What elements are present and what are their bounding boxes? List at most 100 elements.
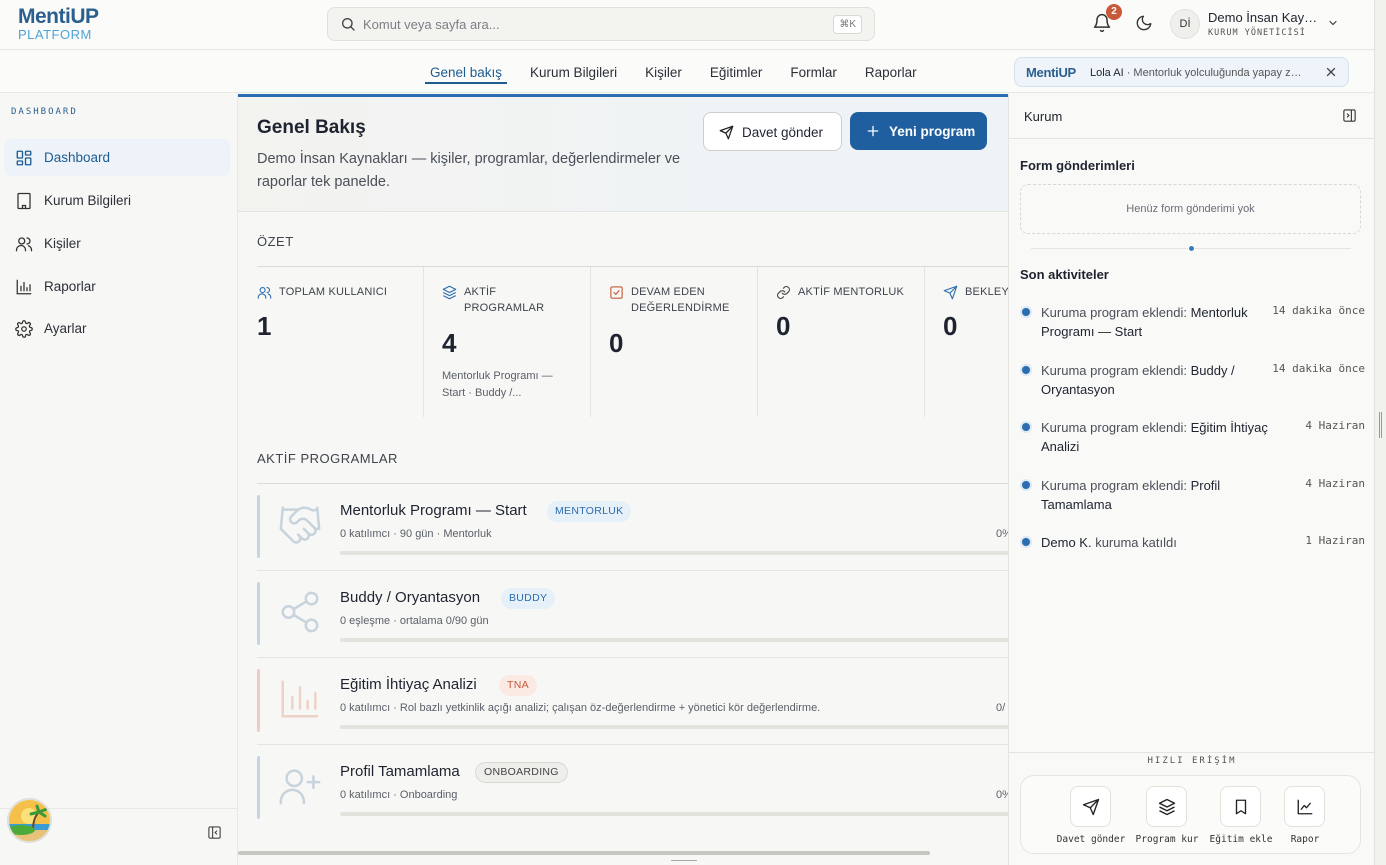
line-chart-icon [1297,799,1313,815]
activity-dot [1022,308,1030,316]
tab-formlar[interactable]: Formlar [790,65,837,84]
user-role: KURUM YÖNETİCİSİ [1208,28,1306,38]
quick-access-title: HIZLI ERİŞİM [1147,756,1237,766]
brand-name: MentiUP [18,5,99,28]
bar-chart-icon [281,680,319,718]
sidebar-item-dashboard[interactable]: Dashboard [4,139,230,176]
summary-title: ÖZET [257,234,294,249]
activity-prefix: Kuruma program eklendi: [1041,305,1191,320]
stat-value: 0 [776,311,791,341]
avatar[interactable]: Dİ [1170,9,1200,39]
sidebar-section-label: DASHBOARD [11,107,78,117]
new-program-button[interactable]: Yeni program [850,112,987,150]
main-content: Genel Bakış Demo İnsan Kaynakları — kişi… [238,94,1008,865]
sidebar-item-kurum-bilgileri[interactable]: Kurum Bilgileri [4,182,230,219]
program-tag: MENTORLUK [547,501,632,522]
activity-prefix: Kuruma program eklendi: [1041,363,1191,378]
brand-logo[interactable]: MentiUP PLATFORM [18,6,99,41]
program-name: Profil Tamamlama [340,763,460,780]
stat-subtext: Mentorluk Programı — Start · Buddy /... [442,370,553,399]
activity-prefix: Kuruma program eklendi: [1041,478,1191,493]
program-tag: BUDDY [501,588,556,609]
program-row-onboarding[interactable]: Profil Tamamlama ONBOARDING 0 katılımcı … [257,745,1008,832]
users-icon [257,286,272,299]
resize-handle-icon[interactable] [1379,412,1382,438]
layers-icon [1158,798,1176,816]
user-name[interactable]: Demo İnsan Kaynakları [1208,10,1320,25]
invite-button[interactable]: Davet gönder [703,112,842,151]
quick-label: Rapor [1290,834,1320,845]
program-percent: 0/ [996,702,1006,714]
sidebar-collapse-icon[interactable] [207,825,222,840]
program-tag: TNA [499,675,537,696]
vertical-scrollbar[interactable] [1374,0,1386,865]
program-progress-bar [340,812,1008,816]
sidebar-item-ayarlar[interactable]: Ayarlar [4,310,230,347]
search-input[interactable]: Komut veya sayfa ara... ⌘K [327,7,875,41]
divider [1009,752,1375,753]
right-panel-title: Kurum [1024,109,1063,124]
activity-text: Kuruma program eklendi: Mentorluk Progra… [1041,303,1281,341]
program-row-buddy[interactable]: Buddy / Oryantasyon BUDDY 0 eşleşme · or… [257,571,1008,658]
forms-empty-state: Henüz form gönderimi yok [1020,184,1361,234]
stat-value: 4 [442,328,457,358]
program-progress-bar [340,551,1008,555]
sidebar-item-label: Kişiler [44,236,81,251]
activity-dot [1022,366,1030,374]
program-name: Eğitim İhtiyaç Analizi [340,676,477,693]
horizontal-scrollbar[interactable] [238,851,930,855]
sidebar-item-label: Kurum Bilgileri [44,193,132,208]
page-title: Genel Bakış [257,117,366,138]
activity-text: Kuruma program eklendi: Profil Tamamlama [1041,476,1281,514]
stat-total-users: TOPLAM KULLANICI 1 [257,267,424,417]
program-row-mentorluk[interactable]: Mentorluk Programı — Start MENTORLUK 0 k… [257,484,1008,571]
search-shortcut: ⌘K [833,15,862,34]
program-description: 0 katılımcı · 90 gün · Mentorluk [340,528,492,540]
program-description: 0 katılımcı · Onboarding [340,789,458,801]
tab-raporlar[interactable]: Raporlar [865,65,917,84]
program-accent [257,495,260,558]
send-icon [943,285,958,300]
activity-text: Demo K. kuruma katıldı [1041,533,1281,552]
quick-icon-box [1070,786,1111,827]
program-row-tna[interactable]: Eğitim İhtiyaç Analizi TNA 0 katılımcı ·… [257,658,1008,745]
tab-bar: Genel bakış Kurum Bilgileri Kişiler Eğit… [425,65,917,84]
resize-grip-icon[interactable] [671,860,697,863]
quick-icon-box [1284,786,1325,827]
link-icon [777,286,790,299]
program-percent: 0% [996,528,1008,540]
building-icon [17,192,31,210]
beach-avatar-icon[interactable] [7,798,52,843]
tab-kisiler[interactable]: Kişiler [645,65,682,84]
lola-ai-banner[interactable]: MentiUP Lola AI · Mentorluk yolculuğunda… [1014,57,1349,87]
stat-label: BEKLEYEN [965,286,1008,298]
stat-label: TOPLAM KULLANICI [279,286,388,298]
chevron-down-icon[interactable] [1327,17,1339,29]
tab-genel-bakis[interactable]: Genel bakış [425,65,508,84]
plus-icon [867,125,879,137]
tab-egitimler[interactable]: Eğitimler [710,65,763,84]
bar-chart-icon [16,279,32,295]
layers-icon [442,285,457,300]
send-icon [1082,798,1100,816]
checkbox-icon [610,286,623,299]
close-icon[interactable] [1324,65,1338,79]
stat-active-programs: AKTİF PROGRAMLAR 4 Mentorluk Programı — … [424,267,591,417]
moon-icon[interactable] [1135,14,1153,32]
notification-badge: 2 [1106,4,1122,20]
program-name: Buddy / Oryantasyon [340,589,481,606]
tab-kurum-bilgileri[interactable]: Kurum Bilgileri [530,65,617,84]
sidebar-item-raporlar[interactable]: Raporlar [4,268,230,305]
quick-access: Davet gönder Program kur Eğitim ekle Rap… [1020,775,1361,854]
gear-icon [15,320,33,338]
sidebar-item-kisiler[interactable]: Kişiler [4,225,230,262]
activity-title: Son aktiviteler [1020,267,1109,282]
sidebar-item-label: Raporlar [44,279,96,294]
search-icon [342,18,355,31]
panel-toggle-icon[interactable] [1342,108,1357,123]
activity-text: Kuruma program eklendi: Buddy / Oryantas… [1041,361,1281,399]
active-programs-title: AKTİF PROGRAMLAR [257,451,398,466]
summary-stats: TOPLAM KULLANICI 1 AKTİF PROGRAMLAR 4 Me… [257,266,1008,417]
send-icon [719,125,734,140]
program-accent [257,756,260,819]
